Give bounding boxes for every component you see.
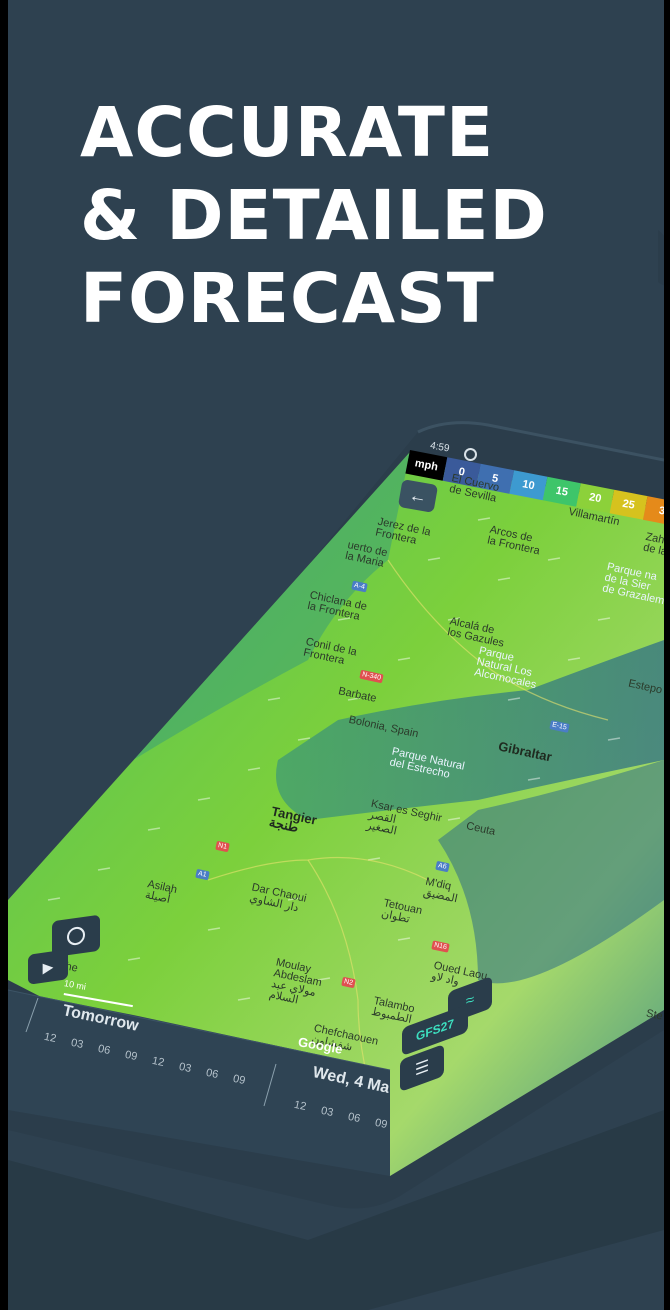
timeline-hour-tick[interactable]: 06 [97, 1043, 111, 1057]
timeline-hour-tick[interactable]: 09 [232, 1073, 246, 1087]
timeline-hour-tick[interactable]: 09 [124, 1049, 138, 1063]
timeline-hour-tick[interactable]: 12 [151, 1055, 165, 1069]
timeline-hour-tick[interactable]: 12 [293, 1099, 307, 1113]
play-icon: ▶ [42, 957, 54, 976]
crosshair-icon [67, 925, 85, 947]
timeline-hour-tick[interactable]: 03 [70, 1037, 84, 1051]
timeline-hour-tick[interactable]: 06 [347, 1111, 361, 1125]
play-button[interactable]: ▶ [28, 949, 68, 985]
timeline-hour-tick[interactable]: 03 [178, 1061, 192, 1075]
timeline-hour-tick[interactable]: 03 [320, 1105, 334, 1119]
timeline-hour-tick[interactable]: 06 [205, 1067, 219, 1081]
sliders-icon: ☰ [414, 1057, 430, 1080]
promo-screen: ACCURATE & DETAILED FORECAST 4:59 mph 0 … [8, 0, 664, 1310]
back-arrow-icon: ← [407, 484, 429, 507]
timeline-hour-tick[interactable]: 12 [43, 1031, 57, 1045]
timeline-hour-tick[interactable]: 09 [374, 1117, 388, 1131]
back-button[interactable]: ← [397, 479, 439, 513]
